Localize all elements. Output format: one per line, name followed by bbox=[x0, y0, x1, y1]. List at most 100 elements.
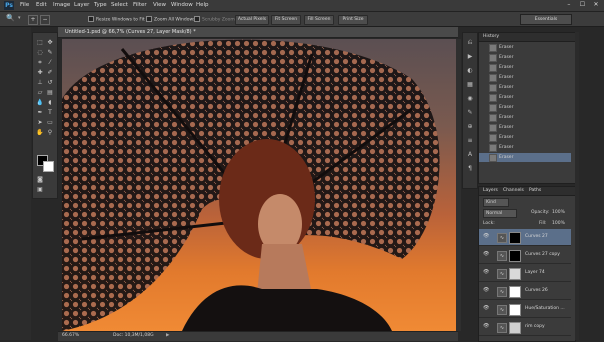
layer-row[interactable]: 👁 ∿ rim copy bbox=[479, 319, 571, 336]
visibility-eye-icon[interactable]: 👁 bbox=[483, 252, 489, 257]
paragraph-panel-icon[interactable]: ¶ bbox=[466, 165, 474, 173]
marquee-tool-icon[interactable]: ⬚ bbox=[36, 39, 44, 47]
zoom-out-icon[interactable]: − bbox=[40, 15, 50, 25]
clone-source-icon[interactable]: ⊕ bbox=[466, 123, 474, 131]
brush-panel-icon[interactable]: ✎ bbox=[466, 109, 474, 117]
menu-file[interactable]: File bbox=[20, 2, 29, 8]
layer-mask-thumbnail[interactable] bbox=[509, 304, 521, 316]
resize-windows-checkbox[interactable]: Resize Windows to Fit bbox=[88, 16, 145, 23]
print-size-button[interactable]: Print Size bbox=[338, 15, 368, 25]
zoom-all-checkbox[interactable]: Zoom All Windows bbox=[146, 16, 196, 23]
minimize-button[interactable]: – bbox=[565, 1, 573, 9]
layer-name[interactable]: Hue/Saturation ... bbox=[525, 306, 565, 311]
visibility-eye-icon[interactable]: 👁 bbox=[483, 234, 489, 239]
menu-type[interactable]: Type bbox=[94, 2, 107, 8]
character-panel-icon[interactable]: A bbox=[466, 151, 474, 159]
actual-pixels-button[interactable]: Actual Pixels bbox=[235, 15, 269, 25]
history-item[interactable]: Eraser bbox=[479, 73, 571, 82]
menu-select[interactable]: Select bbox=[111, 2, 128, 8]
background-color-swatch[interactable] bbox=[43, 161, 54, 172]
zoom-in-icon[interactable]: + bbox=[28, 15, 38, 25]
scrubby-zoom-checkbox[interactable]: Scrubby Zoom bbox=[194, 16, 235, 23]
layer-mask-thumbnail[interactable] bbox=[509, 250, 521, 262]
chevron-down-icon[interactable]: ▾ bbox=[18, 15, 21, 21]
quick-select-icon[interactable]: ✎ bbox=[46, 49, 54, 57]
blur-tool-icon[interactable]: 💧 bbox=[36, 99, 44, 107]
menu-help[interactable]: Help bbox=[196, 2, 209, 8]
move-tool-icon[interactable]: ✥ bbox=[46, 39, 54, 47]
dodge-tool-icon[interactable]: ◖ bbox=[46, 99, 54, 107]
menu-image[interactable]: Image bbox=[53, 2, 70, 8]
history-item[interactable]: Eraser bbox=[479, 123, 571, 132]
history-item[interactable]: Eraser bbox=[479, 113, 571, 122]
history-item[interactable]: Eraser bbox=[479, 63, 571, 72]
kind-filter-dropdown[interactable]: Kind bbox=[483, 198, 509, 207]
pen-tool-icon[interactable]: ✒ bbox=[36, 109, 44, 117]
layer-mask-thumbnail[interactable] bbox=[509, 268, 521, 280]
tab-layers[interactable]: Layers bbox=[483, 188, 498, 193]
swatches-panel-icon[interactable]: ▦ bbox=[466, 81, 474, 89]
blend-mode-dropdown[interactable]: Normal bbox=[483, 209, 517, 218]
history-brush-icon[interactable]: ↺ bbox=[46, 79, 54, 87]
properties-panel-icon[interactable]: ≡ bbox=[466, 137, 474, 145]
actions-panel-icon[interactable]: ▶ bbox=[466, 53, 474, 61]
layer-name[interactable]: Curves 27 bbox=[525, 234, 548, 239]
zoom-tool-icon[interactable]: ⚲ bbox=[46, 129, 54, 137]
tab-channels[interactable]: Channels bbox=[503, 188, 524, 193]
layer-row[interactable]: 👁 ∿ Curves 26 bbox=[479, 283, 571, 300]
layer-name[interactable]: rim copy bbox=[525, 324, 545, 329]
eyedropper-tool-icon[interactable]: ⁄ bbox=[46, 59, 54, 67]
menu-filter[interactable]: Filter bbox=[133, 2, 147, 8]
menu-window[interactable]: Window bbox=[171, 2, 193, 8]
layer-mask-thumbnail[interactable] bbox=[509, 286, 521, 298]
status-menu-arrow-icon[interactable]: ▶ bbox=[166, 333, 169, 338]
brush-tool-icon[interactable]: ✐ bbox=[46, 69, 54, 77]
visibility-eye-icon[interactable]: 👁 bbox=[483, 288, 489, 293]
healing-brush-icon[interactable]: ✚ bbox=[36, 69, 44, 77]
layer-name[interactable]: Layer 74 bbox=[525, 270, 545, 275]
menu-view[interactable]: View bbox=[153, 2, 166, 8]
visibility-eye-icon[interactable]: 👁 bbox=[483, 324, 489, 329]
adjustments-panel-icon[interactable]: ◐ bbox=[466, 67, 474, 75]
fill-screen-button[interactable]: Fill Screen bbox=[304, 15, 334, 25]
hand-tool-icon[interactable]: ✋ bbox=[36, 129, 44, 137]
layer-mask-thumbnail[interactable] bbox=[509, 232, 521, 244]
tab-history[interactable]: History bbox=[483, 34, 499, 39]
clone-stamp-icon[interactable]: ⊥ bbox=[36, 79, 44, 87]
opacity-value[interactable]: 100% bbox=[552, 210, 565, 215]
history-item[interactable]: Eraser bbox=[479, 83, 571, 92]
history-item[interactable]: Eraser bbox=[479, 53, 571, 62]
crop-tool-icon[interactable]: ⌗ bbox=[36, 59, 44, 67]
shape-tool-icon[interactable]: ▭ bbox=[46, 119, 54, 127]
color-panel-icon[interactable]: ◉ bbox=[466, 95, 474, 103]
workspace-switcher[interactable]: Essentials bbox=[520, 14, 572, 25]
fill-value[interactable]: 100% bbox=[552, 221, 565, 226]
quick-mask-icon[interactable]: ◙ bbox=[36, 176, 44, 184]
layer-row[interactable]: 👁 ∿ Layer 74 bbox=[479, 265, 571, 282]
document-tab[interactable]: Untitled-1.psd @ 66,7% (Curves 27, Layer… bbox=[58, 27, 458, 38]
canvas-scrollbar[interactable] bbox=[456, 39, 461, 331]
history-panel-icon[interactable]: ⎌ bbox=[466, 39, 474, 47]
visibility-eye-icon[interactable]: 👁 bbox=[483, 306, 489, 311]
screen-mode-icon[interactable]: ▣ bbox=[36, 186, 44, 194]
layer-name[interactable]: Curves 26 bbox=[525, 288, 548, 293]
fit-screen-button[interactable]: Fit Screen bbox=[271, 15, 301, 25]
menu-edit[interactable]: Edit bbox=[36, 2, 47, 8]
tab-paths[interactable]: Paths bbox=[529, 188, 541, 193]
history-item[interactable]: Eraser bbox=[479, 153, 571, 162]
gradient-tool-icon[interactable]: ▤ bbox=[46, 89, 54, 97]
layer-row[interactable]: 👁 ∿ Curves 27 bbox=[479, 229, 571, 246]
zoom-tool-icon[interactable]: 🔍 bbox=[6, 14, 15, 22]
history-item[interactable]: Eraser bbox=[479, 143, 571, 152]
close-button[interactable]: ✕ bbox=[592, 1, 600, 9]
history-item[interactable]: Eraser bbox=[479, 103, 571, 112]
layer-row[interactable]: 👁 ∿ Curves 27 copy bbox=[479, 247, 571, 264]
history-item[interactable]: Eraser bbox=[479, 43, 571, 52]
history-item[interactable]: Eraser bbox=[479, 93, 571, 102]
type-tool-icon[interactable]: T bbox=[46, 109, 54, 117]
image-canvas[interactable] bbox=[62, 39, 456, 331]
maximize-button[interactable]: ☐ bbox=[578, 1, 586, 9]
history-item[interactable]: Eraser bbox=[479, 133, 571, 142]
eraser-tool-icon[interactable]: ▱ bbox=[36, 89, 44, 97]
layer-name[interactable]: Curves 27 copy bbox=[525, 252, 560, 257]
